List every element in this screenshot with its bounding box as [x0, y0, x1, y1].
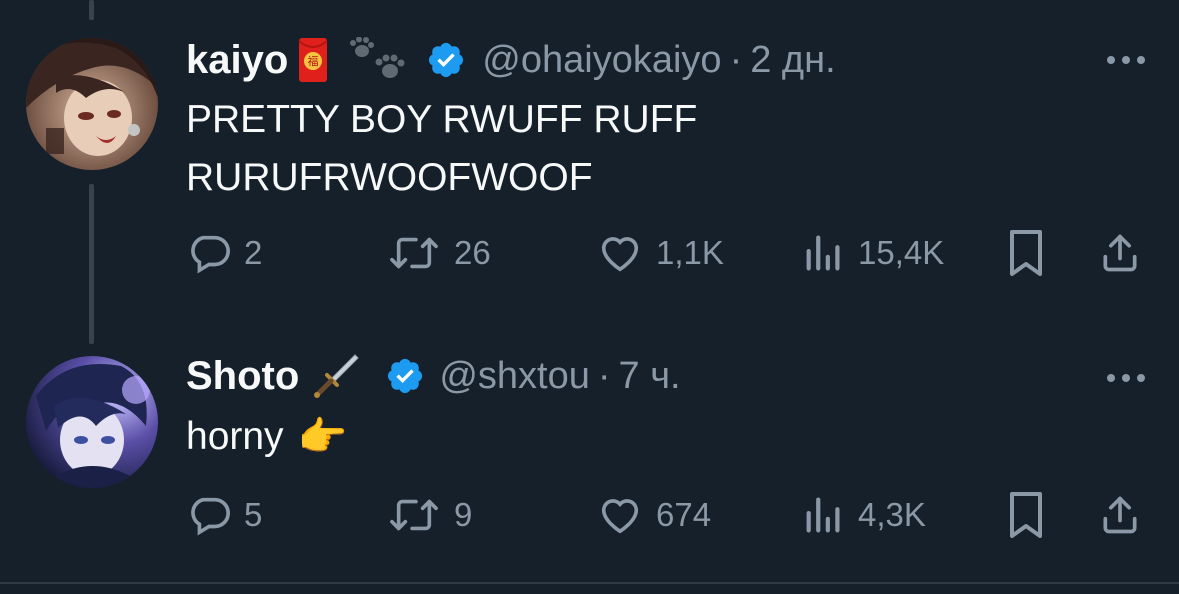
retweet-count: 26 [454, 234, 491, 271]
bookmark-icon [1010, 230, 1042, 276]
retweet-button[interactable]: 26 [386, 226, 491, 280]
divider [0, 582, 1179, 584]
verified-badge-icon [385, 356, 425, 396]
svg-text:福: 福 [308, 54, 319, 68]
action-bar: 5 9 674 4,3K [186, 488, 1146, 542]
tweet-header: Shoto @shxtou · 7 ч. [186, 348, 681, 404]
views-chart-icon [806, 497, 840, 533]
views-button[interactable]: 4,3K [802, 488, 926, 542]
handle[interactable]: @ohaiyokaiyo [482, 39, 721, 82]
bookmark-button[interactable] [1006, 488, 1046, 542]
red-envelope-icon: 福 [298, 37, 328, 83]
like-button[interactable]: 1,1K [596, 226, 724, 280]
like-button[interactable]: 674 [596, 488, 711, 542]
separator-dot: · [597, 354, 611, 397]
share-icon [1103, 234, 1137, 272]
heart-icon [601, 499, 639, 534]
tweet-text-line-2: RURUFRWOOFWOOF [186, 156, 593, 199]
like-count: 1,1K [656, 234, 724, 271]
verified-badge-icon [426, 40, 466, 80]
paw-prints-icon [348, 37, 410, 83]
avatar[interactable] [26, 38, 158, 170]
retweet-icon [390, 237, 438, 269]
like-count: 674 [656, 496, 712, 533]
tweet-2[interactable]: Shoto @shxtou · 7 ч. horny 👉 5 9 674 4,3… [0, 340, 1179, 584]
display-name[interactable]: Shoto [186, 354, 299, 399]
display-name[interactable]: kaiyo [186, 38, 288, 83]
reply-count: 5 [244, 496, 263, 533]
retweet-icon [390, 499, 438, 531]
more-options-icon[interactable] [1107, 374, 1145, 382]
dagger-icon [311, 351, 361, 401]
reply-icon [191, 235, 230, 274]
tweet-text: horny 👉 [186, 408, 347, 466]
share-button[interactable] [1098, 488, 1142, 542]
action-bar: 2 26 1,1K 15,4K [186, 226, 1146, 280]
reply-count: 2 [244, 234, 263, 271]
bookmark-icon [1010, 492, 1042, 538]
share-button[interactable] [1098, 226, 1142, 280]
reply-icon [191, 497, 230, 536]
reply-button[interactable]: 2 [186, 226, 262, 280]
views-chart-icon [806, 235, 840, 271]
views-count: 15,4K [858, 234, 945, 271]
bookmark-button[interactable] [1006, 226, 1046, 280]
reply-button[interactable]: 5 [186, 488, 262, 542]
share-icon [1103, 496, 1137, 534]
views-button[interactable]: 15,4K [802, 226, 944, 280]
tweet-text-line-1: PRETTY BOY RWUFF RUFF [186, 98, 698, 141]
more-options-icon[interactable] [1107, 56, 1145, 64]
avatar[interactable] [26, 356, 158, 488]
heart-icon [601, 237, 639, 272]
handle[interactable]: @shxtou [439, 355, 590, 398]
tweet-1[interactable]: kaiyo 福 @ohaiyokaiyo · 2 дн. PRETTY BOY … [0, 0, 1179, 330]
separator-dot: · [729, 38, 743, 81]
tweet-text-body: horny [186, 415, 284, 458]
timestamp[interactable]: 2 дн. [750, 39, 835, 82]
views-count: 4,3K [858, 496, 926, 533]
tweet-text: PRETTY BOY RWUFF RUFF RURUFRWOOFWOOF [186, 91, 697, 207]
retweet-count: 9 [454, 496, 473, 533]
pointing-hand-emoji: 👉 [297, 415, 348, 459]
tweet-header: kaiyo 福 @ohaiyokaiyo · 2 дн. [186, 32, 836, 88]
retweet-button[interactable]: 9 [386, 488, 472, 542]
timestamp[interactable]: 7 ч. [619, 355, 681, 398]
